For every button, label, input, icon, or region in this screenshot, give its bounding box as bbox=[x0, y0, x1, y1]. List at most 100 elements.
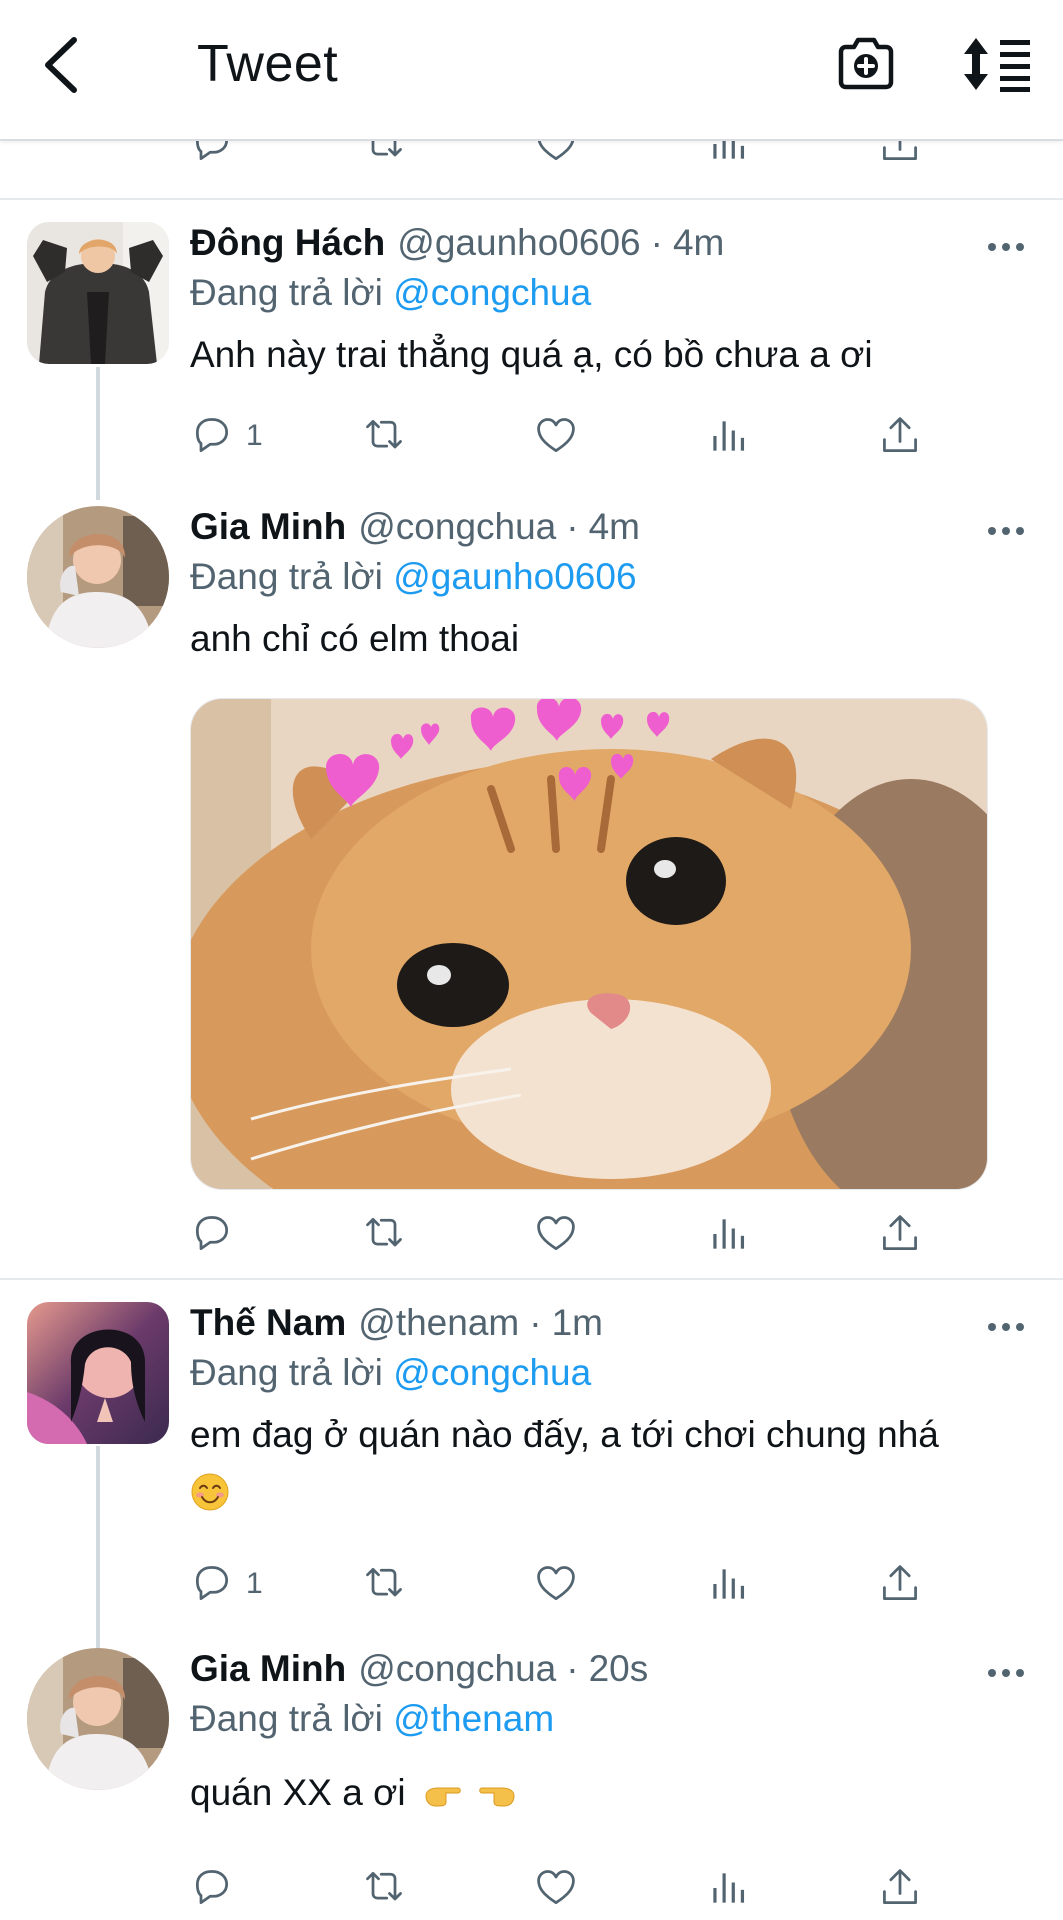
tweet-media-image[interactable] bbox=[190, 698, 988, 1190]
retweet-icon bbox=[366, 1217, 402, 1247]
tweet-text-container: quán XX a ơi bbox=[190, 1772, 516, 1814]
like-button[interactable] bbox=[534, 1860, 578, 1916]
share-icon bbox=[883, 1215, 917, 1251]
retweet-button[interactable] bbox=[362, 408, 406, 464]
display-name[interactable]: Gia Minh bbox=[190, 506, 346, 548]
tweet[interactable]: Thế Nam @thenam · 1m Đang trả lời @congc… bbox=[0, 1302, 1063, 1622]
retweet-button[interactable] bbox=[362, 1860, 406, 1916]
share-button[interactable] bbox=[878, 408, 922, 464]
sort-list-icon bbox=[964, 38, 1030, 92]
views-button[interactable] bbox=[706, 1206, 750, 1262]
tweet-header: Gia Minh @congchua · 4m bbox=[190, 506, 640, 552]
app-header: Tweet bbox=[0, 0, 1063, 141]
tweet[interactable]: Gia Minh @congchua · 4m Đang trả lời @ga… bbox=[0, 506, 1063, 1246]
like-button[interactable] bbox=[534, 1556, 578, 1612]
tweet[interactable]: Đông Hách @gaunho0606 · 4m Đang trả lời … bbox=[0, 222, 1063, 488]
more-options-button[interactable] bbox=[988, 243, 1024, 255]
avatar[interactable] bbox=[27, 1648, 169, 1790]
timestamp[interactable]: 4m bbox=[589, 506, 640, 548]
avatar[interactable] bbox=[27, 222, 169, 364]
share-icon bbox=[883, 1869, 917, 1905]
views-button[interactable] bbox=[706, 1860, 750, 1916]
display-name[interactable]: Đông Hách bbox=[190, 222, 385, 264]
mention-link[interactable]: @thenam bbox=[393, 1698, 554, 1739]
like-icon bbox=[537, 1566, 575, 1601]
like-button[interactable] bbox=[534, 408, 578, 464]
like-icon bbox=[537, 418, 575, 453]
tweet-text: em đag ở quán nào đấy, a tới chơi chung … bbox=[190, 1414, 939, 1455]
share-icon bbox=[883, 1565, 917, 1601]
share-button[interactable] bbox=[878, 1206, 922, 1262]
display-name[interactable]: Thế Nam bbox=[190, 1302, 346, 1344]
tweet-header: Gia Minh @congchua · 20s bbox=[190, 1648, 648, 1694]
like-button[interactable] bbox=[534, 1206, 578, 1262]
views-button[interactable] bbox=[706, 408, 750, 464]
retweet-icon bbox=[366, 1871, 402, 1901]
replying-prefix: Đang trả lời bbox=[190, 1698, 383, 1739]
username[interactable]: @congchua bbox=[358, 506, 556, 548]
tweet-actions bbox=[190, 986, 950, 1042]
more-options-button[interactable] bbox=[988, 527, 1024, 539]
replying-to: Đang trả lời @gaunho0606 bbox=[190, 556, 637, 598]
share-button[interactable] bbox=[878, 1860, 922, 1916]
page-title: Tweet bbox=[197, 35, 339, 93]
retweet-icon bbox=[366, 1567, 402, 1597]
divider bbox=[0, 1278, 1063, 1280]
timestamp[interactable]: 4m bbox=[673, 222, 724, 264]
camera-plus-icon bbox=[838, 37, 894, 90]
tweet-actions: 1 bbox=[190, 408, 950, 464]
separator-dot: · bbox=[566, 506, 579, 547]
reply-button[interactable] bbox=[190, 1860, 234, 1916]
replying-prefix: Đang trả lời bbox=[190, 1352, 383, 1393]
divider bbox=[0, 198, 1063, 200]
reply-button[interactable] bbox=[190, 1206, 234, 1262]
views-button[interactable] bbox=[706, 1556, 750, 1612]
retweet-button[interactable] bbox=[362, 1556, 406, 1612]
separator-dot: · bbox=[529, 1302, 542, 1343]
more-options-button[interactable] bbox=[988, 1323, 1024, 1335]
timestamp[interactable]: 20s bbox=[589, 1648, 649, 1690]
tweet-text: quán XX a ơi bbox=[190, 1772, 406, 1813]
avatar[interactable] bbox=[27, 506, 169, 648]
views-icon bbox=[713, 1219, 745, 1249]
separator-dot: · bbox=[650, 222, 663, 263]
views-icon bbox=[713, 1873, 745, 1903]
replying-prefix: Đang trả lời bbox=[190, 272, 383, 313]
tweet-actions bbox=[190, 1206, 950, 1262]
pointing-right-emoji bbox=[425, 1787, 461, 1807]
back-button[interactable] bbox=[38, 32, 88, 98]
more-options-button[interactable] bbox=[988, 1669, 1024, 1681]
more-icon bbox=[988, 1669, 996, 1677]
timestamp[interactable]: 1m bbox=[552, 1302, 603, 1344]
reply-button[interactable]: 1 bbox=[190, 1556, 263, 1612]
share-button[interactable] bbox=[878, 1556, 922, 1612]
replying-to: Đang trả lời @congchua bbox=[190, 272, 591, 314]
tweet-header: Thế Nam @thenam · 1m bbox=[190, 1302, 603, 1348]
username[interactable]: @congchua bbox=[358, 1648, 556, 1690]
username[interactable]: @thenam bbox=[358, 1302, 519, 1344]
like-icon bbox=[537, 1870, 575, 1905]
reply-count: 1 bbox=[246, 1567, 263, 1600]
tweet-header: Đông Hách @gaunho0606 · 4m bbox=[190, 222, 724, 268]
tweet[interactable]: Gia Minh @congchua · 20s Đang trả lời @t… bbox=[0, 1648, 1063, 1920]
display-name[interactable]: Gia Minh bbox=[190, 1648, 346, 1690]
like-icon bbox=[537, 1216, 575, 1251]
reply-icon bbox=[195, 1870, 229, 1905]
username[interactable]: @gaunho0606 bbox=[397, 222, 640, 264]
camera-button[interactable] bbox=[836, 34, 896, 94]
retweet-icon bbox=[366, 419, 402, 449]
mention-link[interactable]: @congchua bbox=[393, 272, 591, 313]
sort-button[interactable] bbox=[962, 36, 1032, 92]
replying-to: Đang trả lời @congchua bbox=[190, 1352, 591, 1394]
mention-link[interactable]: @congchua bbox=[393, 1352, 591, 1393]
pointing-left-emoji bbox=[479, 1787, 515, 1807]
replying-to: Đang trả lời @thenam bbox=[190, 1698, 554, 1740]
tweet-text: Anh này trai thẳng quá ạ, có bồ chưa a ơ… bbox=[190, 334, 873, 375]
views-icon bbox=[713, 1569, 745, 1599]
mention-link[interactable]: @gaunho0606 bbox=[393, 556, 636, 597]
avatar[interactable] bbox=[27, 1302, 169, 1444]
chevron-left-icon bbox=[45, 37, 77, 93]
reply-button[interactable]: 1 bbox=[190, 408, 263, 464]
retweet-button[interactable] bbox=[362, 1206, 406, 1262]
more-icon bbox=[988, 243, 996, 251]
